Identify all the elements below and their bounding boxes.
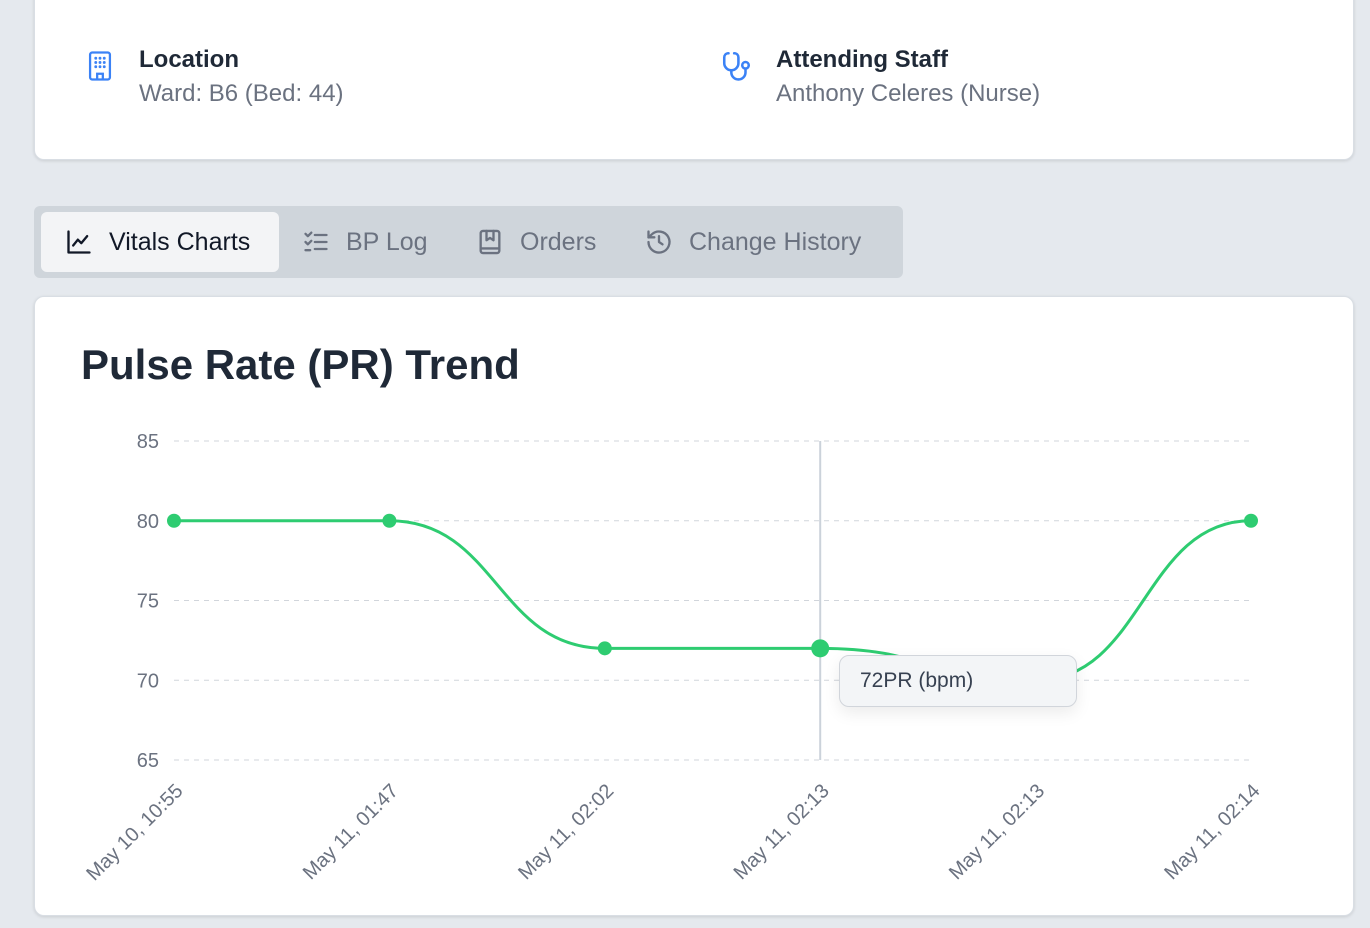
y-tick-label: 65 [137,750,159,772]
history-icon [647,230,671,254]
x-tick-label: May 11, 02:13 [730,780,834,884]
data-point [1244,513,1258,528]
data-point [597,641,612,656]
x-tick-label: May 11, 02:14 [1160,780,1264,884]
tooltip-value: 72 [860,669,884,692]
location-label: Location [139,46,239,73]
pulse-line-chart[interactable]: 65 70 75 80 85 May 10, 10:55 May 11, 01:47 May … [35,297,1353,915]
data-point [382,513,397,528]
patient-info-card: Location Ward: B6 (Bed: 44) Attending St… [34,0,1354,160]
x-tick-label: May 11, 01:47 [299,780,403,884]
line-chart-icon [67,230,91,254]
staff-label: Attending Staff [776,46,948,73]
tab-bp-log[interactable]: BP Log [302,212,428,272]
staff-info: Attending Staff Anthony Celeres (Nurse) [720,45,1040,111]
tab-change-history[interactable]: Change History [645,212,861,272]
data-point [811,639,830,658]
tab-orders[interactable]: Orders [476,212,596,272]
data-point [167,513,181,528]
location-value: Ward: B6 (Bed: 44) [139,80,344,107]
y-tick-label: 85 [137,431,159,453]
x-tick-label: May 10, 10:55 [82,780,187,885]
y-tick-label: 80 [137,511,159,533]
tab-bar: Vitals Charts BP Log Orders Change Histo… [34,206,903,278]
chart-tooltip: 72 PR (bpm) [839,655,1077,707]
y-tick-label: 70 [137,670,159,692]
x-tick-label: May 11, 02:13 [945,780,1049,884]
staff-value: Anthony Celeres (Nurse) [776,80,1041,107]
tab-vitals-charts[interactable]: Vitals Charts [41,212,279,272]
tab-label: BP Log [346,227,428,256]
tooltip-label: PR (bpm) [883,669,974,692]
tab-label: Vitals Charts [109,227,251,256]
y-tick-label: 75 [137,591,159,613]
tab-label: Orders [520,227,597,256]
x-tick-label: May 11, 02:02 [514,780,618,884]
tab-label: Change History [689,227,862,256]
bookmark-book-icon [479,229,501,255]
pulse-chart-card: Pulse Rate (PR) Trend 65 70 75 80 85 May 10, … [34,296,1354,916]
building-icon [88,51,112,81]
checklist-icon [304,231,328,252]
stethoscope-icon [722,51,751,81]
location-info: Location Ward: B6 (Bed: 44) [83,45,344,111]
